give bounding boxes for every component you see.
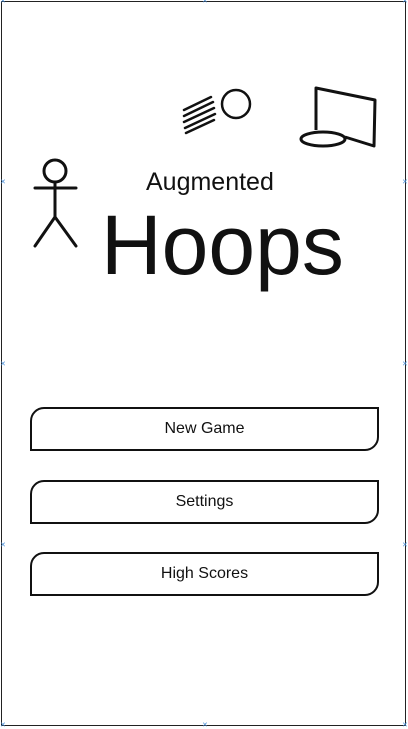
new-game-button[interactable]: New Game (30, 407, 379, 451)
settings-button[interactable]: Settings (30, 480, 379, 524)
app-title: Hoops (101, 198, 344, 292)
app-title-subtitle: Augmented (146, 168, 274, 196)
high-scores-button[interactable]: High Scores (30, 552, 379, 596)
phone-frame (1, 1, 406, 726)
